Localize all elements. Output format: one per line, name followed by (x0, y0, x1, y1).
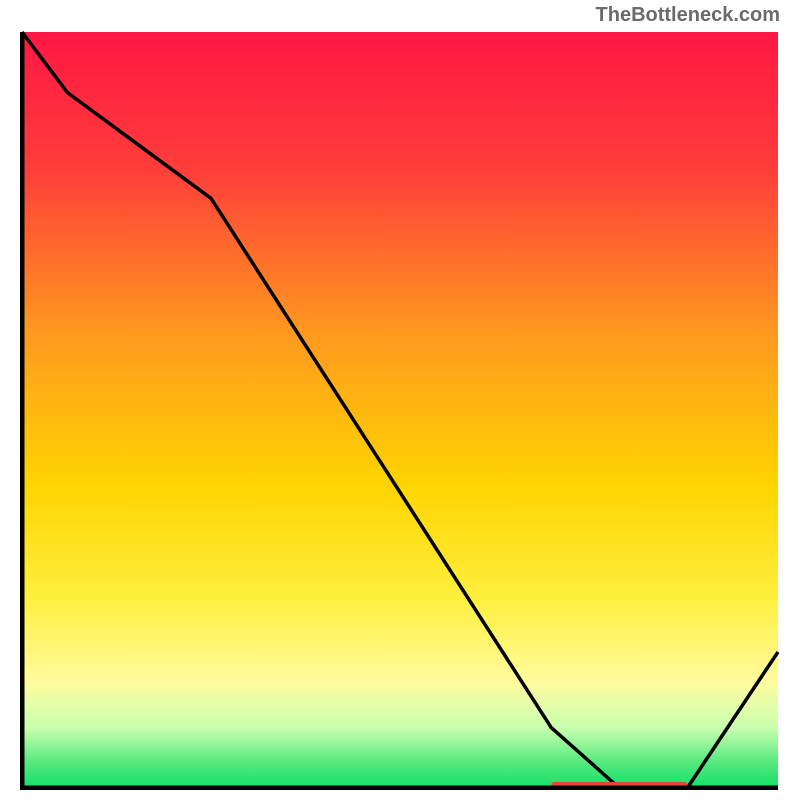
chart-container (20, 30, 780, 790)
watermark-text: TheBottleneck.com (596, 4, 780, 27)
chart-svg (20, 30, 780, 790)
chart-background-gradient (22, 32, 778, 788)
